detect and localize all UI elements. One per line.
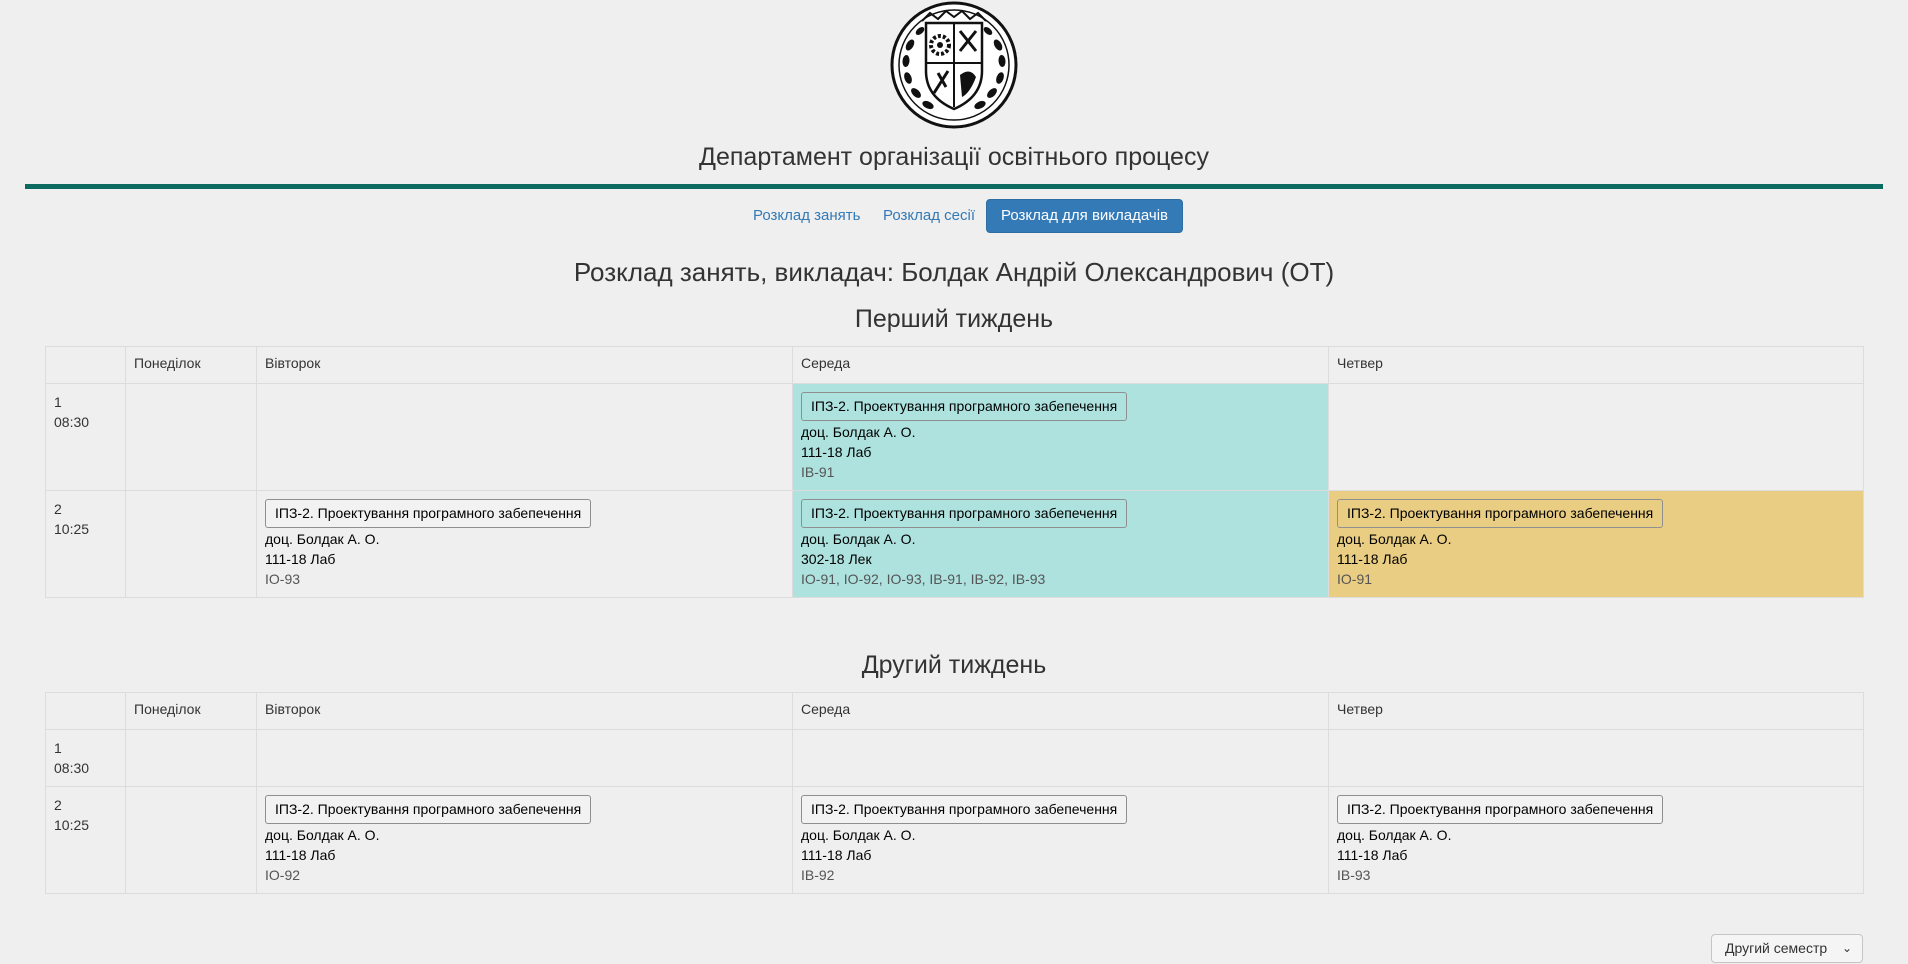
semester-select-value: Другий семестр xyxy=(1725,940,1828,956)
lesson-time: 10:25 xyxy=(54,521,90,537)
lesson-number: 1 xyxy=(54,394,62,410)
nav-link-session-schedule[interactable]: Розклад сесії xyxy=(883,199,975,233)
teacher-name: доц. Болдак А. О. xyxy=(265,531,380,547)
university-emblem-icon xyxy=(890,1,1018,129)
teacher-name: доц. Болдак А. О. xyxy=(801,531,916,547)
schedule-nav: Розклад занять Розклад сесії Розклад для… xyxy=(0,199,1908,233)
schedule-cell: ІПЗ-2. Проектування програмного забепече… xyxy=(792,490,1329,598)
teacher-name: доц. Болдак А. О. xyxy=(1337,531,1452,547)
lesson-slot: 2 10:25 xyxy=(45,490,126,598)
groups-label: ІО-91 xyxy=(1337,571,1373,587)
room-label: 111-18 Лаб xyxy=(1337,847,1408,863)
table-row: 2 10:25 ІПЗ-2. Проектування програмного за… xyxy=(45,786,1864,894)
schedule-cell xyxy=(792,729,1329,787)
subject-button[interactable]: ІПЗ-2. Проектування програмного забепече… xyxy=(1337,795,1664,824)
semester-select[interactable]: Другий семестр ⌄ xyxy=(1711,934,1863,963)
schedule-cell xyxy=(1328,729,1864,787)
day-header: Понеділок xyxy=(125,346,257,384)
day-header: Середа xyxy=(792,692,1329,730)
nav-link-teacher-schedule[interactable]: Розклад для викладачів xyxy=(986,199,1183,233)
day-header: Вівторок xyxy=(256,692,793,730)
room-label: 111-18 Лаб xyxy=(1337,551,1408,567)
header-divider xyxy=(25,184,1883,189)
teacher-name: доц. Болдак А. О. xyxy=(1337,827,1452,843)
schedule-cell: ІПЗ-2. Проектування програмного забепече… xyxy=(792,383,1329,491)
schedule-cell xyxy=(125,383,257,491)
page-title: Розклад занять, викладач: Болдак Андрій … xyxy=(573,257,1335,287)
subject-button[interactable]: ІПЗ-2. Проектування програмного забепече… xyxy=(1337,499,1664,528)
schedule-cell: ІПЗ-2. Проектування програмного забепече… xyxy=(256,786,793,894)
schedule-cell: ІПЗ-2. Проектування програмного забепече… xyxy=(1328,490,1864,598)
lesson-slot: 2 10:25 xyxy=(45,786,126,894)
teacher-name: доц. Болдак А. О. xyxy=(801,424,916,440)
lesson-time: 08:30 xyxy=(54,414,90,430)
groups-label: ІО-93 xyxy=(265,571,301,587)
day-header: Середа xyxy=(792,346,1329,384)
schedule-cell xyxy=(125,786,257,894)
schedule-cell: ІПЗ-2. Проектування програмного забепече… xyxy=(792,786,1329,894)
table-header-row: Понеділок Вівторок Середа Четвер xyxy=(45,346,1864,384)
schedule-cell: ІПЗ-2. Проектування програмного забепече… xyxy=(1328,786,1864,894)
schedule-cell xyxy=(125,729,257,787)
lesson-number: 2 xyxy=(54,797,62,813)
schedule-cell xyxy=(1328,383,1864,491)
day-header: Четвер xyxy=(1328,346,1864,384)
schedule-cell xyxy=(256,383,793,491)
room-label: 111-18 Лаб xyxy=(265,551,336,567)
table-row: 2 10:25 ІПЗ-2. Проектування програмного за… xyxy=(45,490,1864,598)
nav-link-class-schedule[interactable]: Розклад занять xyxy=(753,199,860,233)
schedule-cell xyxy=(125,490,257,598)
lesson-slot: 1 08:30 xyxy=(45,383,126,491)
subject-button[interactable]: ІПЗ-2. Проектування програмного забепече… xyxy=(801,499,1128,528)
university-logo xyxy=(890,1,1018,129)
schedule-table-week-2: Понеділок Вівторок Середа Четвер 1 08:30 2 10:2… xyxy=(45,692,1864,894)
schedule-table-week-1: Понеділок Вівторок Середа Четвер 1 08:30 ІПЗ-2… xyxy=(45,346,1864,598)
week-title-second: Другий тиждень xyxy=(861,651,1047,679)
header-cell-empty xyxy=(45,692,126,730)
lesson-number: 2 xyxy=(54,501,62,517)
table-row: 1 08:30 xyxy=(45,729,1864,787)
lesson-number: 1 xyxy=(54,740,62,756)
room-label: 111-18 Лаб xyxy=(801,847,872,863)
day-header: Четвер xyxy=(1328,692,1864,730)
lesson-slot: 1 08:30 xyxy=(45,729,126,787)
subject-button[interactable]: ІПЗ-2. Проектування програмного забепече… xyxy=(265,795,592,824)
week-title-first: Перший тиждень xyxy=(854,305,1054,333)
room-label: 111-18 Лаб xyxy=(265,847,336,863)
department-title: Департамент організації освітнього проце… xyxy=(699,143,1209,171)
table-header-row: Понеділок Вівторок Середа Четвер xyxy=(45,692,1864,730)
subject-button[interactable]: ІПЗ-2. Проектування програмного забепече… xyxy=(801,392,1128,421)
table-row: 1 08:30 ІПЗ-2. Проектування програмного за… xyxy=(45,383,1864,491)
subject-button[interactable]: ІПЗ-2. Проектування програмного забепече… xyxy=(801,795,1128,824)
day-header: Понеділок xyxy=(125,692,257,730)
day-header: Вівторок xyxy=(256,346,793,384)
schedule-cell: ІПЗ-2. Проектування програмного забепече… xyxy=(256,490,793,598)
room-label: 111-18 Лаб xyxy=(801,444,872,460)
teacher-name: доц. Болдак А. О. xyxy=(265,827,380,843)
groups-label: ІО-92 xyxy=(265,867,301,883)
groups-label: ІВ-91 xyxy=(801,464,835,480)
chevron-down-icon: ⌄ xyxy=(1841,941,1852,955)
groups-label: ІВ-92 xyxy=(801,867,835,883)
header-cell-empty xyxy=(45,346,126,384)
lesson-time: 10:25 xyxy=(54,817,90,833)
groups-label: ІВ-93 xyxy=(1337,867,1371,883)
subject-button[interactable]: ІПЗ-2. Проектування програмного забепече… xyxy=(265,499,592,528)
groups-label: ІО-91, ІО-92, ІО-93, ІВ-91, ІВ-92, ІВ-93 xyxy=(801,571,1046,587)
schedule-cell xyxy=(256,729,793,787)
lesson-time: 08:30 xyxy=(54,760,90,776)
room-label: 302-18 Лек xyxy=(801,551,872,567)
teacher-name: доц. Болдак А. О. xyxy=(801,827,916,843)
